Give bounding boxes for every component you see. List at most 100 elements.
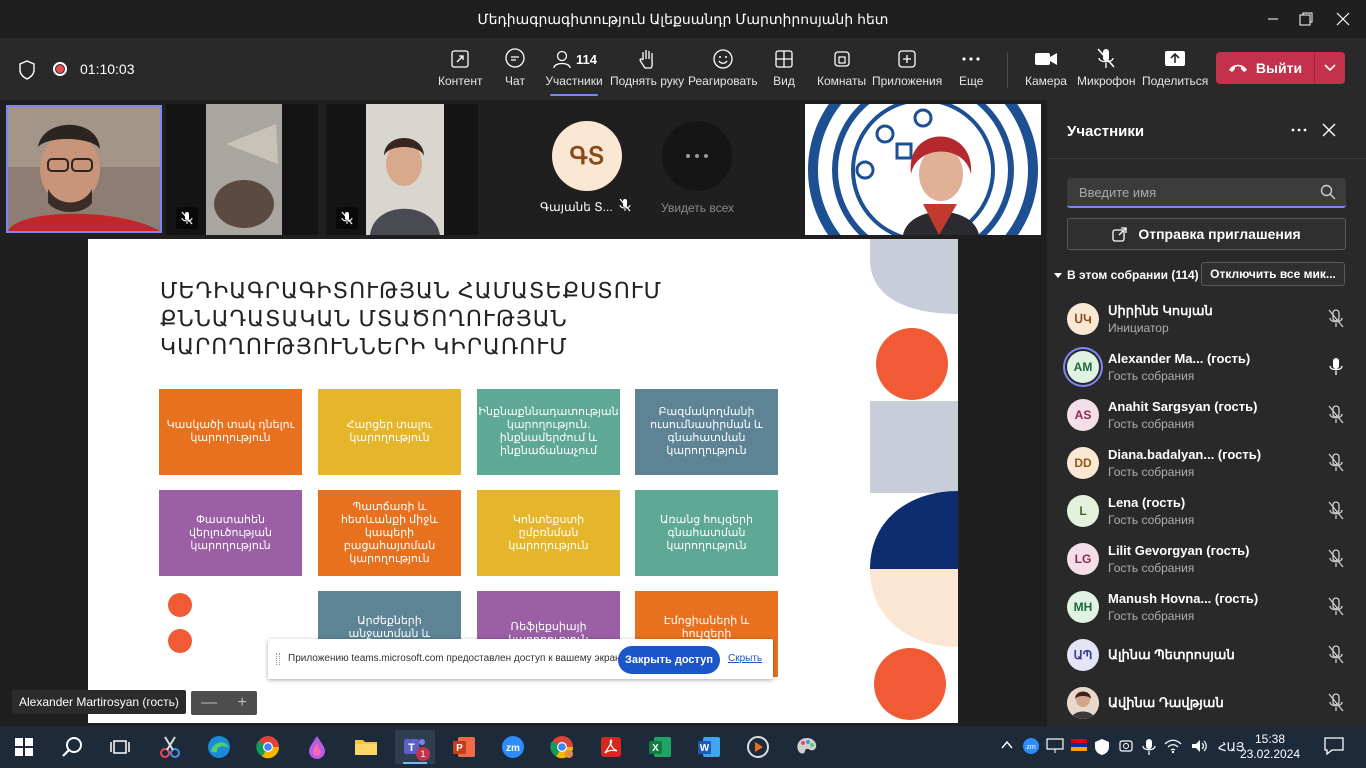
hide-banner-link[interactable]: Скрыть bbox=[728, 653, 762, 664]
chrome-profile-app[interactable] bbox=[542, 730, 582, 764]
avatar: ԱՊ bbox=[1067, 639, 1099, 671]
raise-hand-button[interactable]: Поднять руку bbox=[610, 46, 684, 96]
video-tile-presenter[interactable] bbox=[805, 104, 1041, 235]
panel-close-button[interactable] bbox=[1321, 122, 1337, 143]
content-button[interactable]: Контент bbox=[438, 46, 482, 96]
camera-button[interactable]: Камера bbox=[1025, 46, 1067, 96]
in-meeting-section-toggle[interactable]: В этом собрании (114) bbox=[1053, 268, 1199, 282]
excel-app[interactable]: X bbox=[640, 730, 680, 764]
network-display-icon[interactable] bbox=[1046, 738, 1064, 754]
paint-app[interactable] bbox=[297, 730, 337, 764]
share-up-icon bbox=[1165, 51, 1186, 66]
palette-icon bbox=[797, 738, 817, 754]
mute-all-button[interactable]: Отключить все мик... bbox=[1201, 262, 1345, 286]
see-all-button[interactable] bbox=[662, 121, 732, 191]
share-button[interactable]: Поделиться bbox=[1142, 46, 1208, 96]
chrome-app[interactable] bbox=[248, 730, 288, 764]
search-taskbar-button[interactable] bbox=[52, 730, 92, 764]
avatar: AM bbox=[1067, 351, 1099, 383]
participant-row[interactable]: ՍԿ Սիրինե Կոսյան Инициатор bbox=[1047, 296, 1366, 344]
participant-row[interactable]: DD Diana.badalyan... (гость) Гость собра… bbox=[1047, 440, 1366, 488]
video-tile-speaker[interactable] bbox=[6, 105, 162, 233]
drag-handle-icon[interactable] bbox=[276, 653, 280, 665]
pdf-icon bbox=[601, 737, 621, 757]
participant-row[interactable]: L Lena (гость) Гость собрания bbox=[1047, 488, 1366, 536]
apps-button[interactable]: Приложения bbox=[872, 46, 942, 96]
participant-row[interactable]: AM Alexander Ma... (гость) Гость собрани… bbox=[1047, 344, 1366, 392]
svg-text:X: X bbox=[652, 743, 659, 754]
svg-text:W: W bbox=[700, 743, 710, 754]
participant-row[interactable]: Ավինա Դավթյան bbox=[1047, 680, 1366, 728]
shared-slide[interactable]: ՄԵԴԻԱԳՐԱԳԻՏՈՒԹՅԱՆ ՀԱՄԱՏԵՔՍՏՈՒՄ ՔՆՆԱԴԱՏԱԿ… bbox=[88, 239, 958, 723]
meeting-toolbar: 01:10:03 Контент Чат 114 Участники Подня… bbox=[0, 38, 1366, 100]
media-player-app[interactable] bbox=[738, 730, 778, 764]
avatar bbox=[1067, 687, 1099, 719]
powerpoint-app[interactable]: P bbox=[444, 730, 484, 764]
slide-box-8: Առանց հույզերի գնահատման կարողություն bbox=[635, 490, 778, 576]
microphone-tray-icon[interactable] bbox=[1142, 738, 1156, 756]
powerpoint-icon: P bbox=[453, 737, 475, 757]
send-invite-button[interactable]: Отправка приглашения bbox=[1067, 218, 1346, 250]
participants-button[interactable]: 114 Участники bbox=[545, 46, 603, 96]
participants-count: 114 bbox=[576, 51, 597, 67]
mic-off-icon bbox=[1328, 549, 1344, 568]
word-icon: W bbox=[698, 737, 720, 757]
task-view-button[interactable] bbox=[100, 730, 140, 764]
windows-taskbar: T 1 P zm X W zm ՀԱՅ 15:38 23.02.2024 bbox=[0, 726, 1366, 768]
edge-app[interactable] bbox=[199, 730, 239, 764]
start-button[interactable] bbox=[4, 730, 44, 764]
zoom-app[interactable]: zm bbox=[493, 730, 533, 764]
share-banner-text: Приложению teams.microsoft.com предостав… bbox=[288, 653, 628, 664]
search-input[interactable] bbox=[1067, 178, 1307, 206]
rooms-button[interactable]: Комнаты bbox=[817, 46, 866, 96]
zoom-tray-icon[interactable]: zm bbox=[1022, 737, 1040, 755]
participant-row[interactable]: ԱՊ Ալինա Պետրոսյան bbox=[1047, 632, 1366, 680]
camera-icon bbox=[1034, 53, 1057, 65]
rooms-icon bbox=[833, 51, 850, 67]
participant-role: Гость собрания bbox=[1108, 609, 1195, 623]
view-button[interactable]: Вид bbox=[773, 46, 795, 96]
paint-palette-app[interactable] bbox=[787, 730, 827, 764]
teams-app[interactable]: T 1 bbox=[395, 730, 435, 764]
volume-icon[interactable] bbox=[1190, 738, 1208, 754]
edge-browser-icon bbox=[208, 736, 230, 758]
title-bar: Մեդիագրագիտություն Ալեքսանդր Մարտիրոսյան… bbox=[0, 0, 1366, 38]
speaker-video bbox=[8, 107, 160, 231]
participant-row[interactable]: MH Manush Hovna... (гость) Гость собрани… bbox=[1047, 584, 1366, 632]
mic-button[interactable]: Микрофон bbox=[1077, 46, 1135, 96]
mic-off-indicator bbox=[176, 207, 198, 229]
wifi-icon[interactable] bbox=[1164, 738, 1182, 754]
flag-icon[interactable] bbox=[1070, 738, 1088, 752]
chevron-up-icon[interactable] bbox=[1000, 738, 1014, 752]
video-tile-participant-3[interactable] bbox=[326, 104, 478, 235]
snipping-tool-app[interactable] bbox=[150, 730, 190, 764]
panel-more-button[interactable] bbox=[1290, 121, 1308, 144]
video-tile-participant-2[interactable] bbox=[166, 104, 318, 235]
leave-options-button[interactable] bbox=[1315, 63, 1345, 73]
participant-row[interactable]: LG Lilit Gevorgyan (гость) Гость собрани… bbox=[1047, 536, 1366, 584]
decor-dot bbox=[168, 593, 192, 617]
svg-text:zm: zm bbox=[506, 743, 520, 754]
file-explorer-app[interactable] bbox=[346, 730, 386, 764]
acrobat-app[interactable] bbox=[591, 730, 631, 764]
chat-button[interactable]: Чат bbox=[503, 46, 527, 96]
notifications-icon[interactable] bbox=[1324, 737, 1344, 755]
stop-sharing-button[interactable]: Закрыть доступ bbox=[618, 646, 720, 674]
react-button[interactable]: Реагировать bbox=[688, 46, 758, 96]
shield-icon[interactable] bbox=[18, 60, 36, 85]
participant-avatar[interactable]: ԳՏ bbox=[552, 121, 622, 191]
word-app[interactable]: W bbox=[689, 730, 729, 764]
system-clock[interactable]: 15:38 23.02.2024 bbox=[1240, 732, 1300, 762]
more-button[interactable]: Еще bbox=[959, 46, 983, 96]
participant-row[interactable]: AS Anahit Sargsyan (гость) Гость собрани… bbox=[1047, 392, 1366, 440]
chrome-icon bbox=[256, 736, 280, 759]
leave-button[interactable]: Выйти bbox=[1216, 52, 1314, 84]
search-icon bbox=[62, 737, 82, 757]
chrome-icon bbox=[550, 736, 574, 759]
participant-name: Alexander Ma... (гость) bbox=[1108, 351, 1251, 366]
zoom-out-button[interactable]: — bbox=[201, 694, 217, 712]
camera-tray-icon[interactable] bbox=[1118, 738, 1136, 754]
shield-security-icon[interactable] bbox=[1094, 738, 1110, 756]
close-button[interactable] bbox=[1320, 0, 1366, 38]
zoom-in-button[interactable]: + bbox=[237, 694, 246, 712]
